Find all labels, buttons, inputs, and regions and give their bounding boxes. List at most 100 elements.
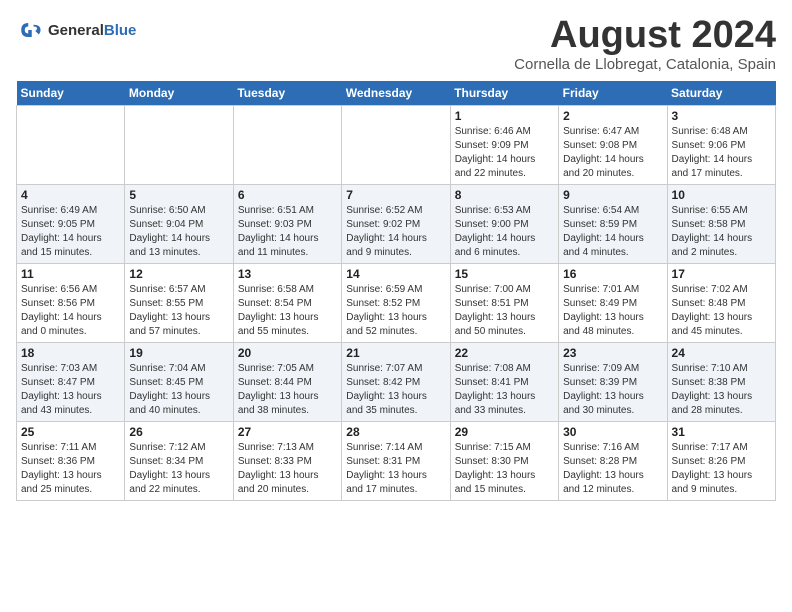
day-info: Sunrise: 7:00 AM Sunset: 8:51 PM Dayligh…	[455, 283, 554, 339]
weekday-header-tuesday: Tuesday	[233, 81, 341, 106]
day-number: 23	[563, 346, 662, 360]
calendar-cell: 15 Sunrise: 7:00 AM Sunset: 8:51 PM Dayli…	[450, 264, 558, 343]
calendar-cell: 24Sunrise: 7:10 AM Sunset: 8:38 PM Dayli…	[667, 343, 775, 422]
calendar-cell: 17 Sunrise: 7:02 AM Sunset: 8:48 PM Dayli…	[667, 264, 775, 343]
day-number: 10	[672, 188, 771, 202]
calendar-cell: 13 Sunrise: 6:58 AM Sunset: 8:54 PM Dayli…	[233, 264, 341, 343]
day-info: Sunrise: 7:05 AM Sunset: 8:44 PM Dayligh…	[238, 362, 337, 418]
weekday-header-monday: Monday	[125, 81, 233, 106]
day-number: 6	[238, 188, 337, 202]
calendar-cell: 20 Sunrise: 7:05 AM Sunset: 8:44 PM Dayli…	[233, 343, 341, 422]
calendar-cell: 8 Sunrise: 6:53 AM Sunset: 9:00 PM Daylig…	[450, 185, 558, 264]
day-info: Sunrise: 7:07 AM Sunset: 8:42 PM Dayligh…	[346, 362, 445, 418]
calendar-cell: 4 Sunrise: 6:49 AM Sunset: 9:05 PM Daylig…	[17, 185, 125, 264]
day-number: 7	[346, 188, 445, 202]
day-info: Sunrise: 7:13 AM Sunset: 8:33 PM Dayligh…	[238, 441, 337, 497]
calendar-cell: 14 Sunrise: 6:59 AM Sunset: 8:52 PM Dayli…	[342, 264, 450, 343]
day-info: Sunrise: 6:46 AM Sunset: 9:09 PM Dayligh…	[455, 125, 554, 181]
calendar-cell: 29 Sunrise: 7:15 AM Sunset: 8:30 PM Dayli…	[450, 422, 558, 501]
day-number: 3	[672, 109, 771, 123]
day-number: 21	[346, 346, 445, 360]
day-number: 22	[455, 346, 554, 360]
day-info: Sunrise: 6:58 AM Sunset: 8:54 PM Dayligh…	[238, 283, 337, 339]
week-row-1: 1 Sunrise: 6:46 AM Sunset: 9:09 PM Daylig…	[17, 106, 776, 185]
weekday-header-row: SundayMondayTuesdayWednesdayThursdayFrid…	[17, 81, 776, 106]
calendar-cell: 21 Sunrise: 7:07 AM Sunset: 8:42 PM Dayli…	[342, 343, 450, 422]
weekday-header-saturday: Saturday	[667, 81, 775, 106]
day-info: Sunrise: 7:08 AM Sunset: 8:41 PM Dayligh…	[455, 362, 554, 418]
day-number: 8	[455, 188, 554, 202]
week-row-3: 11Sunrise: 6:56 AM Sunset: 8:56 PM Dayli…	[17, 264, 776, 343]
day-info: Sunrise: 6:59 AM Sunset: 8:52 PM Dayligh…	[346, 283, 445, 339]
calendar-cell: 11Sunrise: 6:56 AM Sunset: 8:56 PM Dayli…	[17, 264, 125, 343]
day-info: Sunrise: 7:02 AM Sunset: 8:48 PM Dayligh…	[672, 283, 771, 339]
day-number: 19	[129, 346, 228, 360]
day-number: 2	[563, 109, 662, 123]
day-info: Sunrise: 7:12 AM Sunset: 8:34 PM Dayligh…	[129, 441, 228, 497]
day-info: Sunrise: 7:15 AM Sunset: 8:30 PM Dayligh…	[455, 441, 554, 497]
calendar-cell: 10 Sunrise: 6:55 AM Sunset: 8:58 PM Dayli…	[667, 185, 775, 264]
day-info: Sunrise: 7:16 AM Sunset: 8:28 PM Dayligh…	[563, 441, 662, 497]
calendar-cell: 16 Sunrise: 7:01 AM Sunset: 8:49 PM Dayli…	[559, 264, 667, 343]
day-info: Sunrise: 7:09 AM Sunset: 8:39 PM Dayligh…	[563, 362, 662, 418]
day-number: 1	[455, 109, 554, 123]
weekday-header-wednesday: Wednesday	[342, 81, 450, 106]
calendar-cell: 25Sunrise: 7:11 AM Sunset: 8:36 PM Dayli…	[17, 422, 125, 501]
week-row-2: 4 Sunrise: 6:49 AM Sunset: 9:05 PM Daylig…	[17, 185, 776, 264]
weekday-header-sunday: Sunday	[17, 81, 125, 106]
day-number: 20	[238, 346, 337, 360]
title-section: August 2024 Cornella de Llobregat, Catal…	[514, 16, 776, 73]
weekday-header-friday: Friday	[559, 81, 667, 106]
day-info: Sunrise: 6:54 AM Sunset: 8:59 PM Dayligh…	[563, 204, 662, 260]
day-info: Sunrise: 6:47 AM Sunset: 9:08 PM Dayligh…	[563, 125, 662, 181]
calendar-cell: 26 Sunrise: 7:12 AM Sunset: 8:34 PM Dayli…	[125, 422, 233, 501]
day-number: 15	[455, 267, 554, 281]
day-info: Sunrise: 6:56 AM Sunset: 8:56 PM Dayligh…	[21, 283, 120, 339]
calendar-cell: 19 Sunrise: 7:04 AM Sunset: 8:45 PM Dayli…	[125, 343, 233, 422]
day-info: Sunrise: 6:53 AM Sunset: 9:00 PM Dayligh…	[455, 204, 554, 260]
day-info: Sunrise: 7:10 AM Sunset: 8:38 PM Dayligh…	[672, 362, 771, 418]
day-info: Sunrise: 6:49 AM Sunset: 9:05 PM Dayligh…	[21, 204, 120, 260]
day-number: 28	[346, 425, 445, 439]
calendar-cell: 28 Sunrise: 7:14 AM Sunset: 8:31 PM Dayli…	[342, 422, 450, 501]
calendar-cell: 9 Sunrise: 6:54 AM Sunset: 8:59 PM Daylig…	[559, 185, 667, 264]
day-number: 27	[238, 425, 337, 439]
page-header: GeneralBlue August 2024 Cornella de Llob…	[16, 16, 776, 73]
day-number: 13	[238, 267, 337, 281]
day-info: Sunrise: 7:03 AM Sunset: 8:47 PM Dayligh…	[21, 362, 120, 418]
day-number: 18	[21, 346, 120, 360]
day-number: 30	[563, 425, 662, 439]
day-number: 12	[129, 267, 228, 281]
day-info: Sunrise: 6:55 AM Sunset: 8:58 PM Dayligh…	[672, 204, 771, 260]
calendar-cell: 1 Sunrise: 6:46 AM Sunset: 9:09 PM Daylig…	[450, 106, 558, 185]
calendar-cell: 31 Sunrise: 7:17 AM Sunset: 8:26 PM Dayli…	[667, 422, 775, 501]
calendar-cell: 30 Sunrise: 7:16 AM Sunset: 8:28 PM Dayli…	[559, 422, 667, 501]
day-number: 9	[563, 188, 662, 202]
day-number: 4	[21, 188, 120, 202]
day-info: Sunrise: 7:01 AM Sunset: 8:49 PM Dayligh…	[563, 283, 662, 339]
calendar-cell: 6Sunrise: 6:51 AM Sunset: 9:03 PM Daylig…	[233, 185, 341, 264]
day-number: 17	[672, 267, 771, 281]
day-number: 31	[672, 425, 771, 439]
day-number: 26	[129, 425, 228, 439]
logo-icon	[16, 16, 44, 44]
logo-text: GeneralBlue	[48, 22, 136, 39]
logo: GeneralBlue	[16, 16, 136, 44]
day-info: Sunrise: 7:14 AM Sunset: 8:31 PM Dayligh…	[346, 441, 445, 497]
day-info: Sunrise: 7:04 AM Sunset: 8:45 PM Dayligh…	[129, 362, 228, 418]
calendar-cell: 27 Sunrise: 7:13 AM Sunset: 8:33 PM Dayli…	[233, 422, 341, 501]
day-number: 14	[346, 267, 445, 281]
day-number: 16	[563, 267, 662, 281]
calendar-cell: 22 Sunrise: 7:08 AM Sunset: 8:41 PM Dayli…	[450, 343, 558, 422]
day-number: 25	[21, 425, 120, 439]
day-info: Sunrise: 7:17 AM Sunset: 8:26 PM Dayligh…	[672, 441, 771, 497]
calendar-cell	[233, 106, 341, 185]
week-row-4: 18 Sunrise: 7:03 AM Sunset: 8:47 PM Dayli…	[17, 343, 776, 422]
day-info: Sunrise: 6:48 AM Sunset: 9:06 PM Dayligh…	[672, 125, 771, 181]
calendar-cell	[17, 106, 125, 185]
day-number: 29	[455, 425, 554, 439]
calendar-cell: 2 Sunrise: 6:47 AM Sunset: 9:08 PM Daylig…	[559, 106, 667, 185]
calendar-cell: 7Sunrise: 6:52 AM Sunset: 9:02 PM Daylig…	[342, 185, 450, 264]
main-title: August 2024	[514, 16, 776, 54]
day-number: 5	[129, 188, 228, 202]
